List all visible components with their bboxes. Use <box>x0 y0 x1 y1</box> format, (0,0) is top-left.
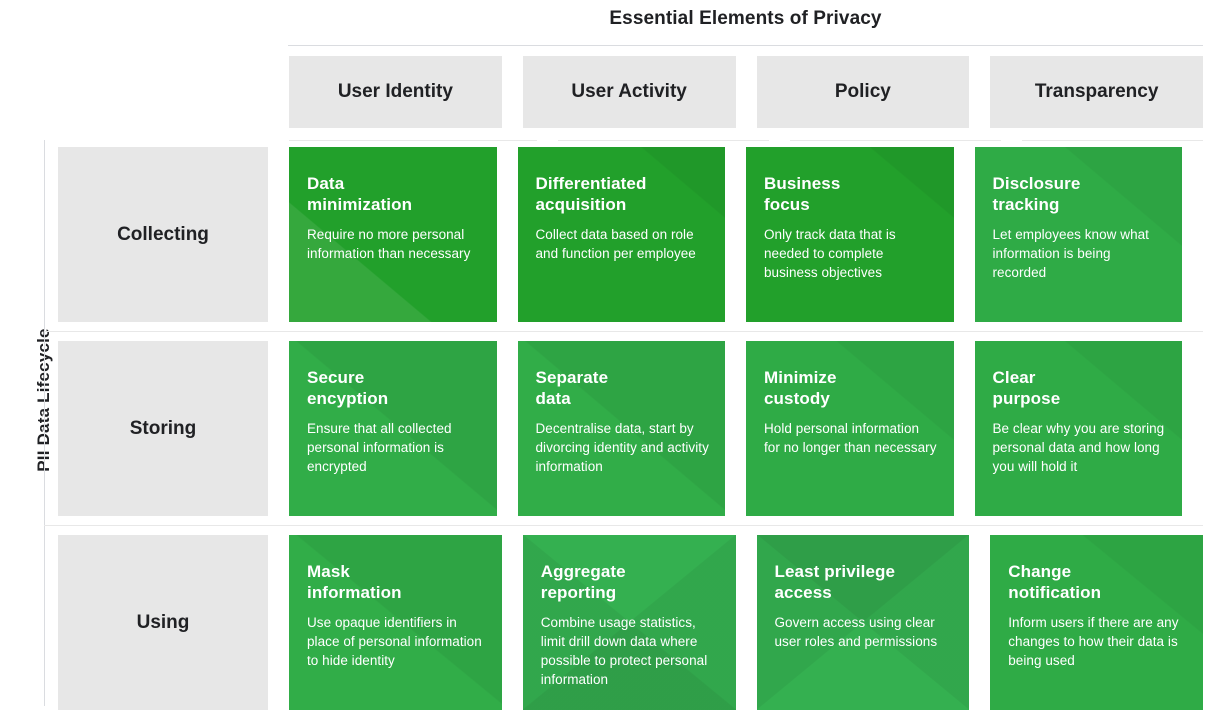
column-header-row: User Identity User Activity Policy Trans… <box>58 56 1203 128</box>
cell-description: Be clear why you are storing personal da… <box>992 420 1165 474</box>
cell-title: Least privilege access <box>774 562 896 603</box>
cell-title: Change notification <box>1008 562 1102 603</box>
cell-storing-transparency[interactable]: Clear purpose Be clear why you are stori… <box>974 341 1182 516</box>
column-header-user-activity[interactable]: User Activity <box>522 56 736 128</box>
cell-title: Data minimization <box>307 174 413 215</box>
row-header-collecting[interactable]: Collecting <box>58 147 268 322</box>
matrix-grid: User Identity User Activity Policy Trans… <box>44 56 1203 710</box>
header-divider-gap-3 <box>1001 140 1022 141</box>
header-divider <box>289 140 1203 141</box>
grid-corner-spacer <box>58 56 268 128</box>
cell-storing-user-identity[interactable]: Secure encyption Ensure that all collect… <box>289 341 497 516</box>
cell-title: Clear purpose <box>992 368 1061 409</box>
cell-description: Ensure that all collected personal infor… <box>307 420 452 474</box>
cell-using-transparency[interactable]: Change notification Inform users if ther… <box>990 535 1203 710</box>
row-header-storing[interactable]: Storing <box>58 341 268 516</box>
y-axis-divider <box>44 140 45 706</box>
cell-using-user-activity[interactable]: Aggregate reporting Combine usage statis… <box>522 535 736 710</box>
row-divider <box>44 525 1203 526</box>
cell-title: Minimize custody <box>764 368 837 409</box>
cell-description: Require no more personal information tha… <box>307 226 471 261</box>
table-row: Using Mask information Use opaque identi… <box>58 535 1203 710</box>
page-title: Essential Elements of Privacy <box>609 8 882 29</box>
privacy-matrix-diagram: Essential Elements of Privacy PII Data L… <box>0 0 1208 710</box>
cell-description: Combine usage statistics, limit drill do… <box>540 614 708 687</box>
cell-description: Decentralise data, start by divorcing id… <box>535 420 709 474</box>
header-divider-gap-1 <box>537 140 558 141</box>
cell-title: Business focus <box>764 174 841 215</box>
cell-description: Collect data based on role and function … <box>535 226 696 261</box>
table-row: Storing Secure encyption Ensure that all… <box>44 341 1203 526</box>
cell-title: Aggregate reporting <box>540 562 626 603</box>
cell-collecting-policy[interactable]: Business focus Only track data that is n… <box>746 147 954 322</box>
cell-title: Differentiated acquisition <box>535 174 647 215</box>
cell-using-policy[interactable]: Least privilege access Govern access usi… <box>756 535 970 710</box>
cell-description: Let employees know what information is b… <box>992 226 1149 280</box>
column-header-transparency[interactable]: Transparency <box>990 56 1203 128</box>
row-divider <box>44 331 1203 332</box>
cell-title: Separate data <box>535 368 609 409</box>
table-row: Collecting Data minimization Require no … <box>44 147 1203 332</box>
cell-description: Only track data that is needed to comple… <box>764 226 896 280</box>
cell-description: Govern access using clear user roles and… <box>774 614 938 649</box>
cell-description: Inform users if there are any changes to… <box>1008 614 1179 668</box>
cell-collecting-user-identity[interactable]: Data minimization Require no more person… <box>289 147 497 322</box>
header-divider-gap-2 <box>769 140 790 141</box>
cell-storing-policy[interactable]: Minimize custody Hold personal informati… <box>746 341 954 516</box>
cell-collecting-user-activity[interactable]: Differentiated acquisition Collect data … <box>517 147 725 322</box>
cell-title: Disclosure tracking <box>992 174 1081 215</box>
column-header-user-identity[interactable]: User Identity <box>289 56 502 128</box>
cell-title: Mask information <box>307 562 402 603</box>
cell-collecting-transparency[interactable]: Disclosure tracking Let employees know w… <box>974 147 1182 322</box>
title-divider <box>288 45 1203 46</box>
cell-storing-user-activity[interactable]: Separate data Decentralise data, start b… <box>517 341 725 516</box>
cell-description: Hold personal information for no longer … <box>764 420 937 455</box>
matrix-body: Collecting Data minimization Require no … <box>44 147 1203 710</box>
cell-title: Secure encyption <box>307 368 389 409</box>
column-header-policy[interactable]: Policy <box>756 56 970 128</box>
cell-description: Use opaque identifiers in place of perso… <box>307 614 482 668</box>
cell-using-user-identity[interactable]: Mask information Use opaque identifiers … <box>289 535 502 710</box>
row-header-using[interactable]: Using <box>58 535 268 710</box>
